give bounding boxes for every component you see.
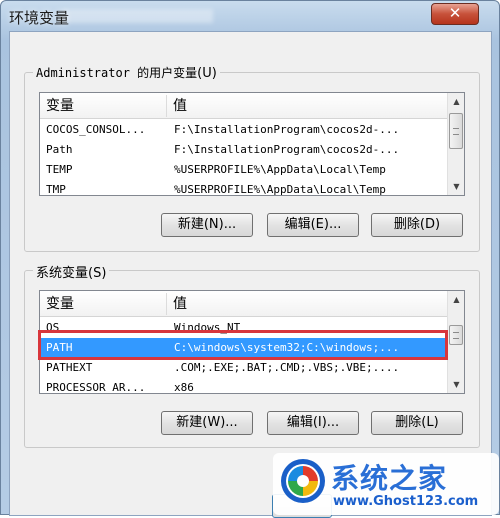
list-item[interactable]: TEMP %USERPROFILE%\AppData\Local\Temp	[40, 160, 464, 180]
system-variables-list[interactable]: 变量 值 OS Windows_NT PATH C:\windows\syste…	[39, 290, 465, 394]
user-list-scrollbar[interactable]: ▲ ▼	[447, 93, 464, 195]
user-variables-label: Administrator 的用户变量(U)	[33, 64, 220, 81]
scrollbar-thumb[interactable]	[449, 325, 463, 345]
system-edit-button[interactable]: 编辑(I)...	[267, 411, 359, 435]
dialog-client-area: Administrator 的用户变量(U) 变量 值 COCOS_CONSOL…	[9, 31, 492, 518]
variable-name: OS	[46, 321, 60, 334]
variable-value: x86	[174, 381, 194, 394]
system-list-scrollbar[interactable]: ▲ ▼	[447, 291, 464, 393]
user-variables-group: Administrator 的用户变量(U) 变量 值 COCOS_CONSOL…	[24, 64, 480, 252]
variable-value: F:\InstallationProgram\cocos2d-...	[174, 123, 400, 136]
column-header-value[interactable]: 值	[167, 93, 447, 119]
list-item[interactable]: TMP %USERPROFILE%\AppData\Local\Temp	[40, 180, 464, 196]
watermark-url: www.Ghost123.com	[333, 494, 479, 509]
system-variables-group: 系统变量(S) 变量 值 OS Windows_NT PATH C:\windo…	[24, 262, 480, 448]
variable-name: PATH	[46, 341, 73, 354]
list-item[interactable]: Path F:\InstallationProgram\cocos2d-...	[40, 140, 464, 160]
column-header-variable[interactable]: 变量	[40, 291, 166, 317]
variable-name: Path	[46, 143, 73, 156]
list-item-selected[interactable]: PATH C:\windows\system32;C:\windows;...	[40, 338, 464, 358]
title-bar-blurred-area	[63, 9, 213, 23]
system-variables-label-text: 系统变量	[36, 266, 89, 281]
watermark-title: 系统之家	[331, 462, 448, 495]
user-delete-button[interactable]: 删除(D)	[371, 213, 463, 237]
list-item[interactable]: PATHEXT .COM;.EXE;.BAT;.CMD;.VBS;.VBE;..…	[40, 358, 464, 378]
user-variables-label-key: (U)	[197, 66, 217, 81]
system-delete-button[interactable]: 删除(L)	[371, 411, 463, 435]
user-variables-list-header: 变量 值	[40, 93, 464, 119]
system-variables-list-header: 变量 值	[40, 291, 464, 317]
system-variables-label-key: (S)	[88, 266, 107, 281]
scroll-up-arrow-icon[interactable]: ▲	[448, 93, 464, 110]
column-header-variable[interactable]: 变量	[40, 93, 166, 119]
variable-name: PATHEXT	[46, 361, 93, 374]
variable-name: PROCESSOR_AR...	[46, 381, 146, 394]
watermark: 系统之家 www.Ghost123.com	[273, 453, 499, 515]
list-item[interactable]: PROCESSOR_AR... x86	[40, 378, 464, 394]
scrollbar-thumb[interactable]	[449, 113, 463, 149]
list-item[interactable]: OS Windows_NT	[40, 318, 464, 338]
variable-value: Windows_NT	[174, 321, 241, 334]
title-bar[interactable]: 环境变量 ✕	[1, 1, 499, 33]
system-new-button[interactable]: 新建(W)...	[161, 411, 253, 435]
variable-value: .COM;.EXE;.BAT;.CMD;.VBS;.VBE;....	[174, 361, 400, 374]
environment-variables-dialog: 环境变量 ✕ Administrator 的用户变量(U) 变量 值 COCOS…	[0, 0, 500, 518]
close-button[interactable]: ✕	[431, 3, 479, 25]
variable-name: TMP	[46, 183, 66, 196]
scroll-down-arrow-icon[interactable]: ▼	[448, 178, 464, 195]
user-new-button[interactable]: 新建(N)...	[161, 213, 253, 237]
ghost-logo-icon	[281, 459, 325, 503]
column-header-value[interactable]: 值	[167, 291, 447, 317]
variable-name: TEMP	[46, 163, 73, 176]
scroll-down-arrow-icon[interactable]: ▼	[448, 376, 464, 393]
variable-value: %USERPROFILE%\AppData\Local\Temp	[174, 183, 386, 196]
user-variables-label-text: Administrator 的用户变量	[36, 66, 198, 80]
variable-value: C:\windows\system32;C:\windows;...	[174, 341, 400, 354]
user-variables-list[interactable]: 变量 值 COCOS_CONSOL... F:\InstallationProg…	[39, 92, 465, 196]
scroll-up-arrow-icon[interactable]: ▲	[448, 291, 464, 308]
window-title: 环境变量	[9, 9, 70, 27]
variable-name: COCOS_CONSOL...	[46, 123, 146, 136]
list-item[interactable]: COCOS_CONSOL... F:\InstallationProgram\c…	[40, 120, 464, 140]
variable-value: %USERPROFILE%\AppData\Local\Temp	[174, 163, 386, 176]
variable-value: F:\InstallationProgram\cocos2d-...	[174, 143, 400, 156]
system-variables-label: 系统变量(S)	[33, 262, 110, 281]
user-edit-button[interactable]: 编辑(E)...	[267, 213, 359, 237]
